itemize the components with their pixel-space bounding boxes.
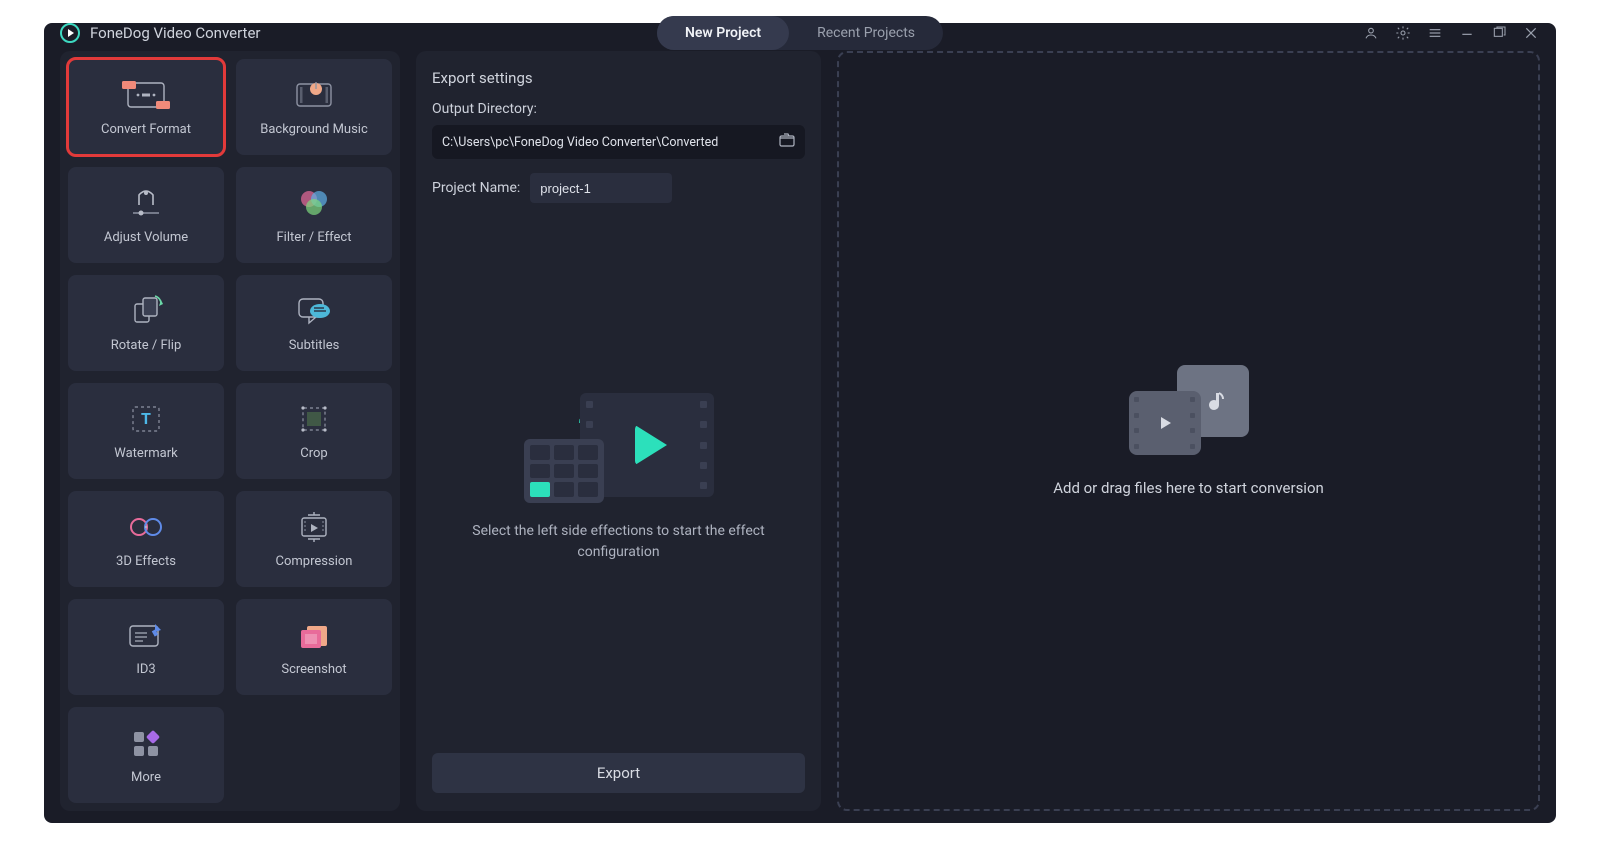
screenshot-icon: [294, 618, 334, 652]
app-logo-icon: [60, 23, 80, 43]
rotate-flip-icon: [126, 294, 166, 328]
tile-label: Crop: [300, 446, 327, 461]
tile-compression[interactable]: Compression: [236, 491, 392, 587]
tile-label: Background Music: [260, 122, 368, 137]
drop-illustration-icon: [1129, 365, 1249, 455]
output-directory-label: Output Directory:: [432, 101, 805, 117]
subtitles-icon: [294, 294, 334, 328]
tile-label: Compression: [276, 554, 353, 569]
app-title: FoneDog Video Converter: [90, 24, 260, 42]
project-name-label: Project Name:: [432, 180, 520, 196]
output-directory-value: C:\Users\pc\FoneDog Video Converter\Conv…: [442, 135, 718, 150]
tools-grid: Convert Format Background Music Adjust V…: [68, 59, 392, 803]
tile-label: 3D Effects: [116, 554, 176, 569]
project-name-row: Project Name:: [432, 173, 805, 203]
tile-convert-format[interactable]: Convert Format: [68, 59, 224, 155]
project-name-input[interactable]: [530, 173, 672, 203]
tools-panel: Convert Format Background Music Adjust V…: [60, 51, 400, 811]
tile-label: Adjust Volume: [104, 230, 188, 245]
tile-label: Filter / Effect: [277, 230, 352, 245]
window-controls: [1362, 24, 1540, 42]
export-panel: Export settings Output Directory: C:\Use…: [416, 51, 821, 811]
tile-label: More: [131, 770, 161, 785]
tile-id3[interactable]: ID3: [68, 599, 224, 695]
tile-filter-effect[interactable]: Filter / Effect: [236, 167, 392, 263]
tile-screenshot[interactable]: Screenshot: [236, 599, 392, 695]
account-icon[interactable]: [1362, 24, 1380, 42]
export-placeholder: Select the left side effections to start…: [432, 203, 805, 753]
id3-icon: [126, 618, 166, 652]
titlebar: FoneDog Video Converter New Project Rece…: [44, 23, 1556, 43]
filter-effect-icon: [294, 186, 334, 220]
tile-rotate-flip[interactable]: Rotate / Flip: [68, 275, 224, 371]
tile-subtitles[interactable]: Subtitles: [236, 275, 392, 371]
compression-icon: [294, 510, 334, 544]
tile-background-music[interactable]: Background Music: [236, 59, 392, 155]
export-hint: Select the left side effections to start…: [432, 521, 805, 563]
export-button[interactable]: Export: [432, 753, 805, 793]
drop-hint: Add or drag files here to start conversi…: [1053, 479, 1324, 497]
export-settings-title: Export settings: [432, 69, 805, 87]
tile-label: Watermark: [114, 446, 177, 461]
svg-text:T: T: [141, 409, 151, 428]
3d-effects-icon: [126, 510, 166, 544]
background-music-icon: [294, 78, 334, 112]
minimize-icon[interactable]: [1458, 24, 1476, 42]
tile-more[interactable]: More: [68, 707, 224, 803]
convert-format-icon: [126, 78, 166, 112]
app-window: FoneDog Video Converter New Project Rece…: [44, 23, 1556, 823]
tile-adjust-volume[interactable]: Adjust Volume: [68, 167, 224, 263]
adjust-volume-icon: [126, 186, 166, 220]
tab-label: Recent Projects: [817, 25, 915, 41]
tile-label: Subtitles: [289, 338, 340, 353]
output-directory-field[interactable]: C:\Users\pc\FoneDog Video Converter\Conv…: [432, 125, 805, 159]
project-tabs: New Project Recent Projects: [657, 16, 943, 50]
menu-icon[interactable]: [1426, 24, 1444, 42]
drop-zone[interactable]: Add or drag files here to start conversi…: [837, 51, 1540, 811]
tab-new-project[interactable]: New Project: [657, 16, 789, 50]
tile-label: Screenshot: [281, 662, 346, 677]
main-body: Convert Format Background Music Adjust V…: [44, 43, 1556, 827]
maximize-icon[interactable]: [1490, 24, 1508, 42]
tab-label: New Project: [685, 25, 761, 41]
crop-icon: [294, 402, 334, 436]
tile-label: Convert Format: [101, 122, 191, 137]
tab-recent-projects[interactable]: Recent Projects: [789, 16, 943, 50]
tile-watermark[interactable]: T Watermark: [68, 383, 224, 479]
tile-crop[interactable]: Crop: [236, 383, 392, 479]
tile-3d-effects[interactable]: 3D Effects: [68, 491, 224, 587]
browse-folder-icon[interactable]: [779, 133, 795, 151]
gear-icon[interactable]: [1394, 24, 1412, 42]
watermark-icon: T: [126, 402, 166, 436]
export-button-label: Export: [597, 764, 640, 782]
tile-label: ID3: [136, 662, 155, 677]
tile-label: Rotate / Flip: [111, 338, 182, 353]
app-title-group: FoneDog Video Converter: [60, 23, 260, 43]
close-icon[interactable]: [1522, 24, 1540, 42]
more-icon: [126, 726, 166, 760]
effect-illustration-icon: [524, 393, 714, 503]
